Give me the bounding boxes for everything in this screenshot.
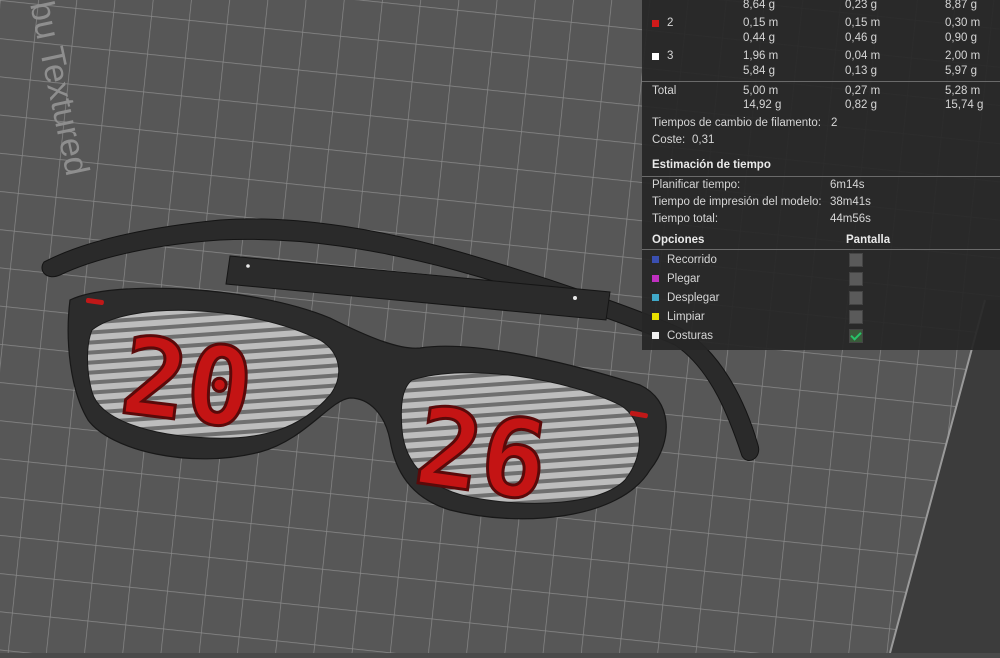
row2-a-line2: 0,44 g [743, 32, 775, 44]
model-digits-right: 26 [408, 384, 554, 526]
slice-stats-panel: 8,64 g 0,23 g 8,87 g 2 0,15 m 0,44 g 0,1… [642, 0, 1000, 350]
option-plegar-label: Plegar [667, 273, 701, 285]
filament-3-swatch [652, 53, 659, 60]
row1-c-line1: 8,87 g [945, 0, 977, 11]
row3-b-line2: 0,13 g [845, 65, 877, 77]
row2-c-line2: 0,90 g [945, 32, 977, 44]
options-heading: Opciones [652, 234, 705, 246]
total-b-line1: 0,27 m [845, 85, 881, 97]
model-time-label: Tiempo de impresión del modelo: [652, 196, 822, 208]
row3-a-line1: 1,96 m [743, 50, 779, 62]
filament-2-id: 2 [667, 17, 674, 29]
row3-a-line2: 5,84 g [743, 65, 775, 77]
desplegar-swatch [652, 294, 659, 301]
row3-b-line1: 0,04 m [845, 50, 881, 62]
cost-value: 0,31 [692, 134, 715, 146]
filament-2-swatch [652, 20, 659, 27]
option-desplegar-label: Desplegar [667, 292, 720, 304]
cost-label: Coste: [652, 134, 686, 146]
option-desplegar-checkbox[interactable] [849, 291, 863, 305]
filament-changes-value: 2 [831, 117, 838, 129]
total-time-value: 44m56s [830, 213, 871, 225]
option-recorrido-checkbox[interactable] [849, 253, 863, 267]
option-limpiar-label: Limpiar [667, 311, 705, 323]
filament-3-id: 3 [667, 50, 674, 62]
filament-changes-label: Tiempos de cambio de filamento: [652, 117, 821, 129]
table-divider [642, 81, 1000, 82]
row1-a-line1: 8,64 g [743, 0, 775, 11]
limpiar-swatch [652, 313, 659, 320]
total-time-label: Tiempo total: [652, 213, 719, 225]
row2-b-line1: 0,15 m [845, 17, 881, 29]
option-recorrido-label: Recorrido [667, 254, 717, 266]
row2-c-line1: 0,30 m [945, 17, 981, 29]
row3-c-line2: 5,97 g [945, 65, 977, 77]
option-costuras-label: Costuras [667, 330, 714, 342]
model-time-value: 38m41s [830, 196, 871, 208]
row1-b-line1: 0,23 g [845, 0, 877, 11]
total-label: Total [652, 85, 677, 97]
total-a-line1: 5,00 m [743, 85, 779, 97]
display-heading: Pantalla [846, 234, 891, 246]
costuras-swatch [652, 332, 659, 339]
total-b-line2: 0,82 g [845, 99, 877, 111]
model-digits-left: 20 [115, 314, 259, 454]
row2-b-line2: 0,46 g [845, 32, 877, 44]
plan-time-value: 6m14s [830, 179, 865, 191]
option-costuras-checkbox[interactable] [849, 329, 863, 343]
total-c-line1: 5,28 m [945, 85, 981, 97]
options-divider [642, 249, 1000, 250]
recorrido-swatch [652, 256, 659, 263]
row3-c-line1: 2,00 m [945, 50, 981, 62]
plegar-swatch [652, 275, 659, 282]
total-c-line2: 15,74 g [945, 99, 984, 111]
row2-a-line1: 0,15 m [743, 17, 779, 29]
total-a-line2: 14,92 g [743, 99, 782, 111]
option-plegar-checkbox[interactable] [849, 272, 863, 286]
option-limpiar-checkbox[interactable] [849, 310, 863, 324]
time-divider [642, 176, 1000, 177]
plan-time-label: Planificar tiempo: [652, 179, 741, 191]
time-estimate-heading: Estimación de tiempo [652, 159, 771, 171]
